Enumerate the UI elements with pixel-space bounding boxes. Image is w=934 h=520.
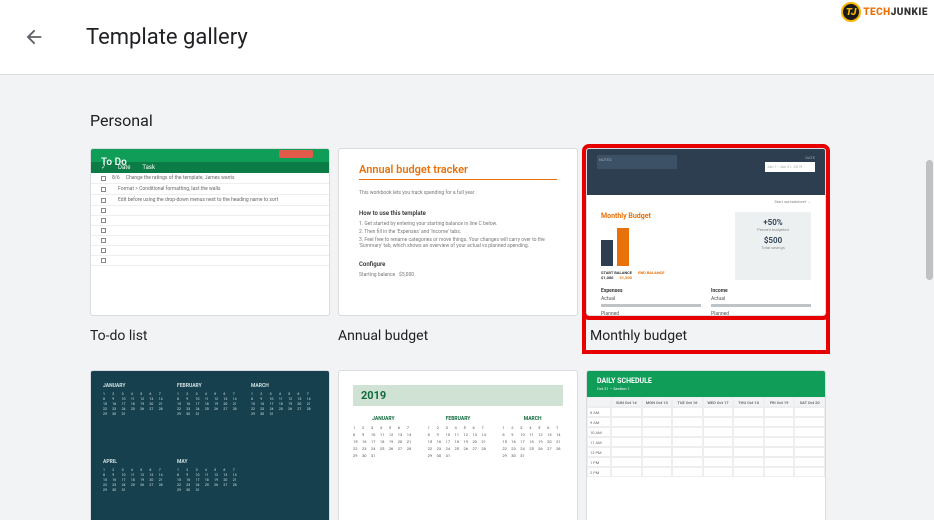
template-thumb: JANUARY123456789101112131415161718192021… xyxy=(90,370,330,520)
template-thumb: To Do ✓DateTask 8/6Change the ratings of… xyxy=(90,148,330,316)
header-bar: Template gallery xyxy=(0,0,934,75)
template-label: Annual budget xyxy=(338,316,578,344)
schedule-title: DAILY SCHEDULE xyxy=(597,377,815,385)
template-card-todo[interactable]: To Do ✓DateTask 8/6Change the ratings of… xyxy=(90,148,330,350)
section-personal-label: Personal xyxy=(90,111,844,130)
template-card-calendar-dark[interactable]: JANUARY123456789101112131415161718192021… xyxy=(90,370,330,520)
template-label: Monthly budget xyxy=(590,322,822,344)
arrow-left-icon xyxy=(23,26,45,48)
template-thumb: Annual budget tracker This workbook lets… xyxy=(338,148,578,316)
mb-chart xyxy=(601,226,725,266)
template-card-monthly-budget[interactable]: NOTES DATE Jan 1–Jan 31, 2019 Start spre… xyxy=(586,148,826,350)
template-card-annual-budget[interactable]: Annual budget tracker This workbook lets… xyxy=(338,148,578,350)
calendar-year: 2019 xyxy=(353,385,563,406)
page-title: Template gallery xyxy=(86,25,248,50)
template-grid: To Do ✓DateTask 8/6Change the ratings of… xyxy=(90,148,844,520)
mb-kpi: +50% Percent budgeted $500 Total savings xyxy=(735,212,811,280)
content-area: Personal To Do ✓DateTask 8/6Change the r… xyxy=(0,75,934,520)
template-card-calendar-light[interactable]: 2019 JANUARY1234567891011121314151617181… xyxy=(338,370,578,520)
scrollbar[interactable] xyxy=(926,160,933,280)
template-thumb: 2019 JANUARY1234567891011121314151617181… xyxy=(338,370,578,520)
watermark: TJ TECHJUNKIE xyxy=(841,2,928,22)
mb-title: Monthly Budget xyxy=(601,212,725,220)
back-button[interactable] xyxy=(22,25,46,49)
watermark-text: TECHJUNKIE xyxy=(863,7,928,18)
template-card-schedule[interactable]: DAILY SCHEDULE Oct 21 – Section 1 SUN Oc… xyxy=(586,370,826,520)
watermark-badge: TJ xyxy=(841,2,861,22)
template-label: To-do list xyxy=(90,316,330,344)
template-thumb: DAILY SCHEDULE Oct 21 – Section 1 SUN Oc… xyxy=(586,370,826,520)
ab-title: Annual budget tracker xyxy=(359,163,557,180)
template-thumb: NOTES DATE Jan 1–Jan 31, 2019 Start spre… xyxy=(586,148,826,316)
